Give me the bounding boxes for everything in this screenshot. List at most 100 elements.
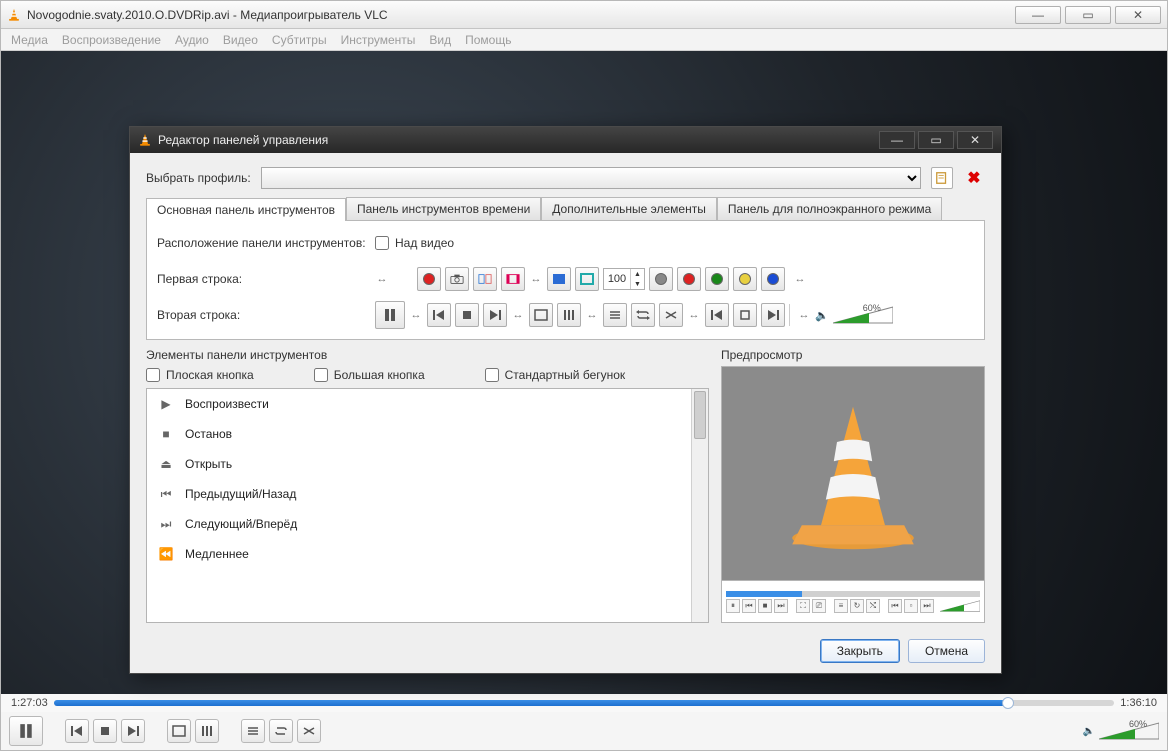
- tab-main-toolbar[interactable]: Основная панель инструментов: [146, 198, 346, 221]
- preview-heading: Предпросмотр: [721, 348, 985, 362]
- dialog-minimize-button[interactable]: —: [879, 131, 915, 149]
- vlc-cone-icon: [138, 133, 152, 147]
- main-controls: 🔈 60%: [1, 712, 1167, 750]
- window-maximize-button[interactable]: ▭: [1065, 6, 1111, 24]
- skip-back-button-icon[interactable]: [705, 303, 729, 327]
- fullscreen-button[interactable]: [167, 719, 191, 743]
- frame-by-frame-button-icon[interactable]: [501, 267, 525, 291]
- slider-value-spinner[interactable]: 100 ▲▼: [603, 268, 645, 290]
- tab-content: Расположение панели инструментов: Над ви…: [146, 221, 985, 340]
- dialog-maximize-button[interactable]: ▭: [918, 131, 954, 149]
- next-icon: ⏭: [157, 515, 175, 533]
- video-area: Редактор панелей управления — ▭ ✕ Выбрат…: [1, 51, 1167, 694]
- next-button[interactable]: [121, 719, 145, 743]
- menu-help[interactable]: Помощь: [465, 33, 511, 47]
- loop-button-icon[interactable]: [631, 303, 655, 327]
- list-item: ⏭Следующий/Вперёд: [147, 509, 708, 539]
- record-button-icon[interactable]: [417, 267, 441, 291]
- vlc-cone-icon: [7, 8, 21, 22]
- random-button[interactable]: [297, 719, 321, 743]
- window-close-button[interactable]: ✕: [1115, 6, 1161, 24]
- extended-settings-button[interactable]: [195, 719, 219, 743]
- row1-toolset[interactable]: 100 ▲▼: [375, 267, 807, 291]
- toolbar-elements-group: Элементы панели инструментов Плоская кно…: [146, 348, 709, 623]
- cancel-button[interactable]: Отмена: [908, 639, 985, 663]
- menu-audio[interactable]: Аудио: [175, 33, 209, 47]
- vlc-main-window: Novogodnie.svaty.2010.O.DVDRip.avi - Мед…: [0, 0, 1168, 751]
- previous-button[interactable]: [65, 719, 89, 743]
- menu-video[interactable]: Видео: [223, 33, 258, 47]
- green-dot-icon[interactable]: [705, 267, 729, 291]
- extended-settings-button-icon[interactable]: [557, 303, 581, 327]
- menu-view[interactable]: Вид: [429, 33, 451, 47]
- fullscreen-button-icon[interactable]: [529, 303, 553, 327]
- flat-button-checkbox[interactable]: Плоская кнопка: [146, 368, 254, 382]
- skip-forward-button-icon[interactable]: [761, 303, 785, 327]
- main-volume-slider[interactable]: 60%: [1099, 721, 1159, 741]
- above-video-checkbox[interactable]: Над видео: [375, 236, 454, 250]
- menu-media[interactable]: Медиа: [11, 33, 48, 47]
- yellow-dot-icon[interactable]: [733, 267, 757, 291]
- play-icon: ▶: [157, 395, 175, 413]
- row2-toolset[interactable]: 🔈 60%: [375, 301, 893, 329]
- teal-square-icon[interactable]: [575, 267, 599, 291]
- profile-label: Выбрать профиль:: [146, 171, 251, 185]
- row2-label: Вторая строка:: [157, 308, 367, 322]
- tab-advanced-widget[interactable]: Дополнительные элементы: [541, 197, 717, 220]
- seek-slider[interactable]: [54, 700, 1115, 706]
- stop-button-icon[interactable]: [455, 303, 479, 327]
- std-seek-checkbox[interactable]: Стандартный бегунок: [485, 368, 626, 382]
- preview-canvas: [721, 366, 985, 581]
- titlebar: Novogodnie.svaty.2010.O.DVDRip.avi - Мед…: [1, 1, 1167, 29]
- random-button-icon[interactable]: [659, 303, 683, 327]
- menubar: Медиа Воспроизведение Аудио Видео Субтит…: [1, 29, 1167, 51]
- pause-button[interactable]: [9, 716, 43, 746]
- close-button[interactable]: Закрыть: [820, 639, 900, 663]
- new-profile-button[interactable]: [931, 167, 953, 189]
- preview-group: Предпросмотр: [721, 348, 985, 623]
- list-item: ⏮Предыдущий/Назад: [147, 479, 708, 509]
- gray-dot-icon[interactable]: [649, 267, 673, 291]
- profile-select[interactable]: [261, 167, 921, 189]
- listbox-scrollbar[interactable]: [691, 389, 708, 622]
- menu-subtitles[interactable]: Субтитры: [272, 33, 327, 47]
- stop-button[interactable]: [93, 719, 117, 743]
- red-dot-icon[interactable]: [677, 267, 701, 291]
- speaker-icon: 🔈: [1083, 726, 1095, 737]
- dialog-close-button[interactable]: ✕: [957, 131, 993, 149]
- time-total: 1:36:10: [1120, 697, 1157, 709]
- tab-time-toolbar[interactable]: Панель инструментов времени: [346, 197, 541, 220]
- next-button-icon[interactable]: [483, 303, 507, 327]
- list-item: ⏏Открыть: [147, 449, 708, 479]
- menu-playback[interactable]: Воспроизведение: [62, 33, 161, 47]
- eject-icon: ⏏: [157, 455, 175, 473]
- loop-button[interactable]: [269, 719, 293, 743]
- pause-button-icon[interactable]: [375, 301, 405, 329]
- toolbar-editor-dialog: Редактор панелей управления — ▭ ✕ Выбрат…: [129, 126, 1002, 674]
- row1-label: Первая строка:: [157, 272, 367, 286]
- menu-tools[interactable]: Инструменты: [341, 33, 416, 47]
- seekbar-row: 1:27:03 1:36:10: [1, 694, 1167, 712]
- step-button-icon[interactable]: [733, 303, 757, 327]
- snapshot-button-icon[interactable]: [445, 267, 469, 291]
- tabstrip: Основная панель инструментов Панель инст…: [146, 197, 985, 221]
- tab-fullscreen-toolbar[interactable]: Панель для полноэкранного режима: [717, 197, 942, 220]
- speaker-icon: 🔈: [815, 309, 829, 322]
- previous-button-icon[interactable]: [427, 303, 451, 327]
- time-elapsed: 1:27:03: [11, 697, 48, 709]
- preview-mini-controls: ⏸⏮■⏭ ⛶⎚ ≡↻⤭ ⏮▫⏭: [721, 581, 985, 623]
- volume-slider[interactable]: 60%: [833, 305, 893, 325]
- stop-icon: ■: [157, 425, 175, 443]
- atob-loop-button-icon[interactable]: [473, 267, 497, 291]
- elements-listbox[interactable]: ▶Воспроизвести ■Останов ⏏Открыть ⏮Предыд…: [146, 388, 709, 623]
- playlist-button[interactable]: [241, 719, 265, 743]
- dialog-title: Редактор панелей управления: [158, 133, 328, 147]
- window-minimize-button[interactable]: —: [1015, 6, 1061, 24]
- playlist-button-icon[interactable]: [603, 303, 627, 327]
- blue-square-icon[interactable]: [547, 267, 571, 291]
- previous-icon: ⏮: [157, 485, 175, 503]
- delete-profile-button[interactable]: ✖: [963, 167, 985, 189]
- big-button-checkbox[interactable]: Большая кнопка: [314, 368, 425, 382]
- elements-heading: Элементы панели инструментов: [146, 348, 709, 362]
- blue-dot-icon[interactable]: [761, 267, 785, 291]
